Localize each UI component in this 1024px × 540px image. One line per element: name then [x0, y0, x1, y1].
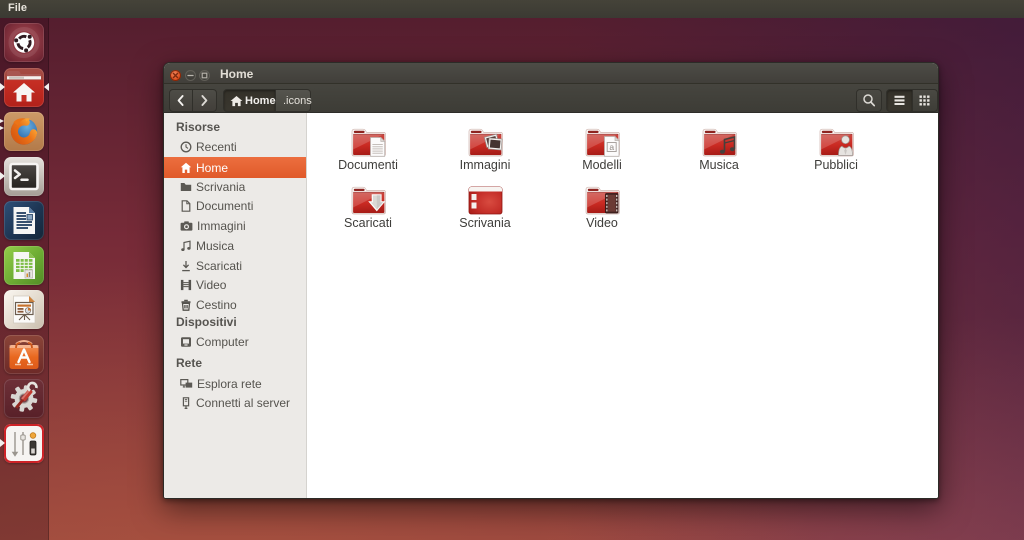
- svg-text:a: a: [609, 142, 614, 152]
